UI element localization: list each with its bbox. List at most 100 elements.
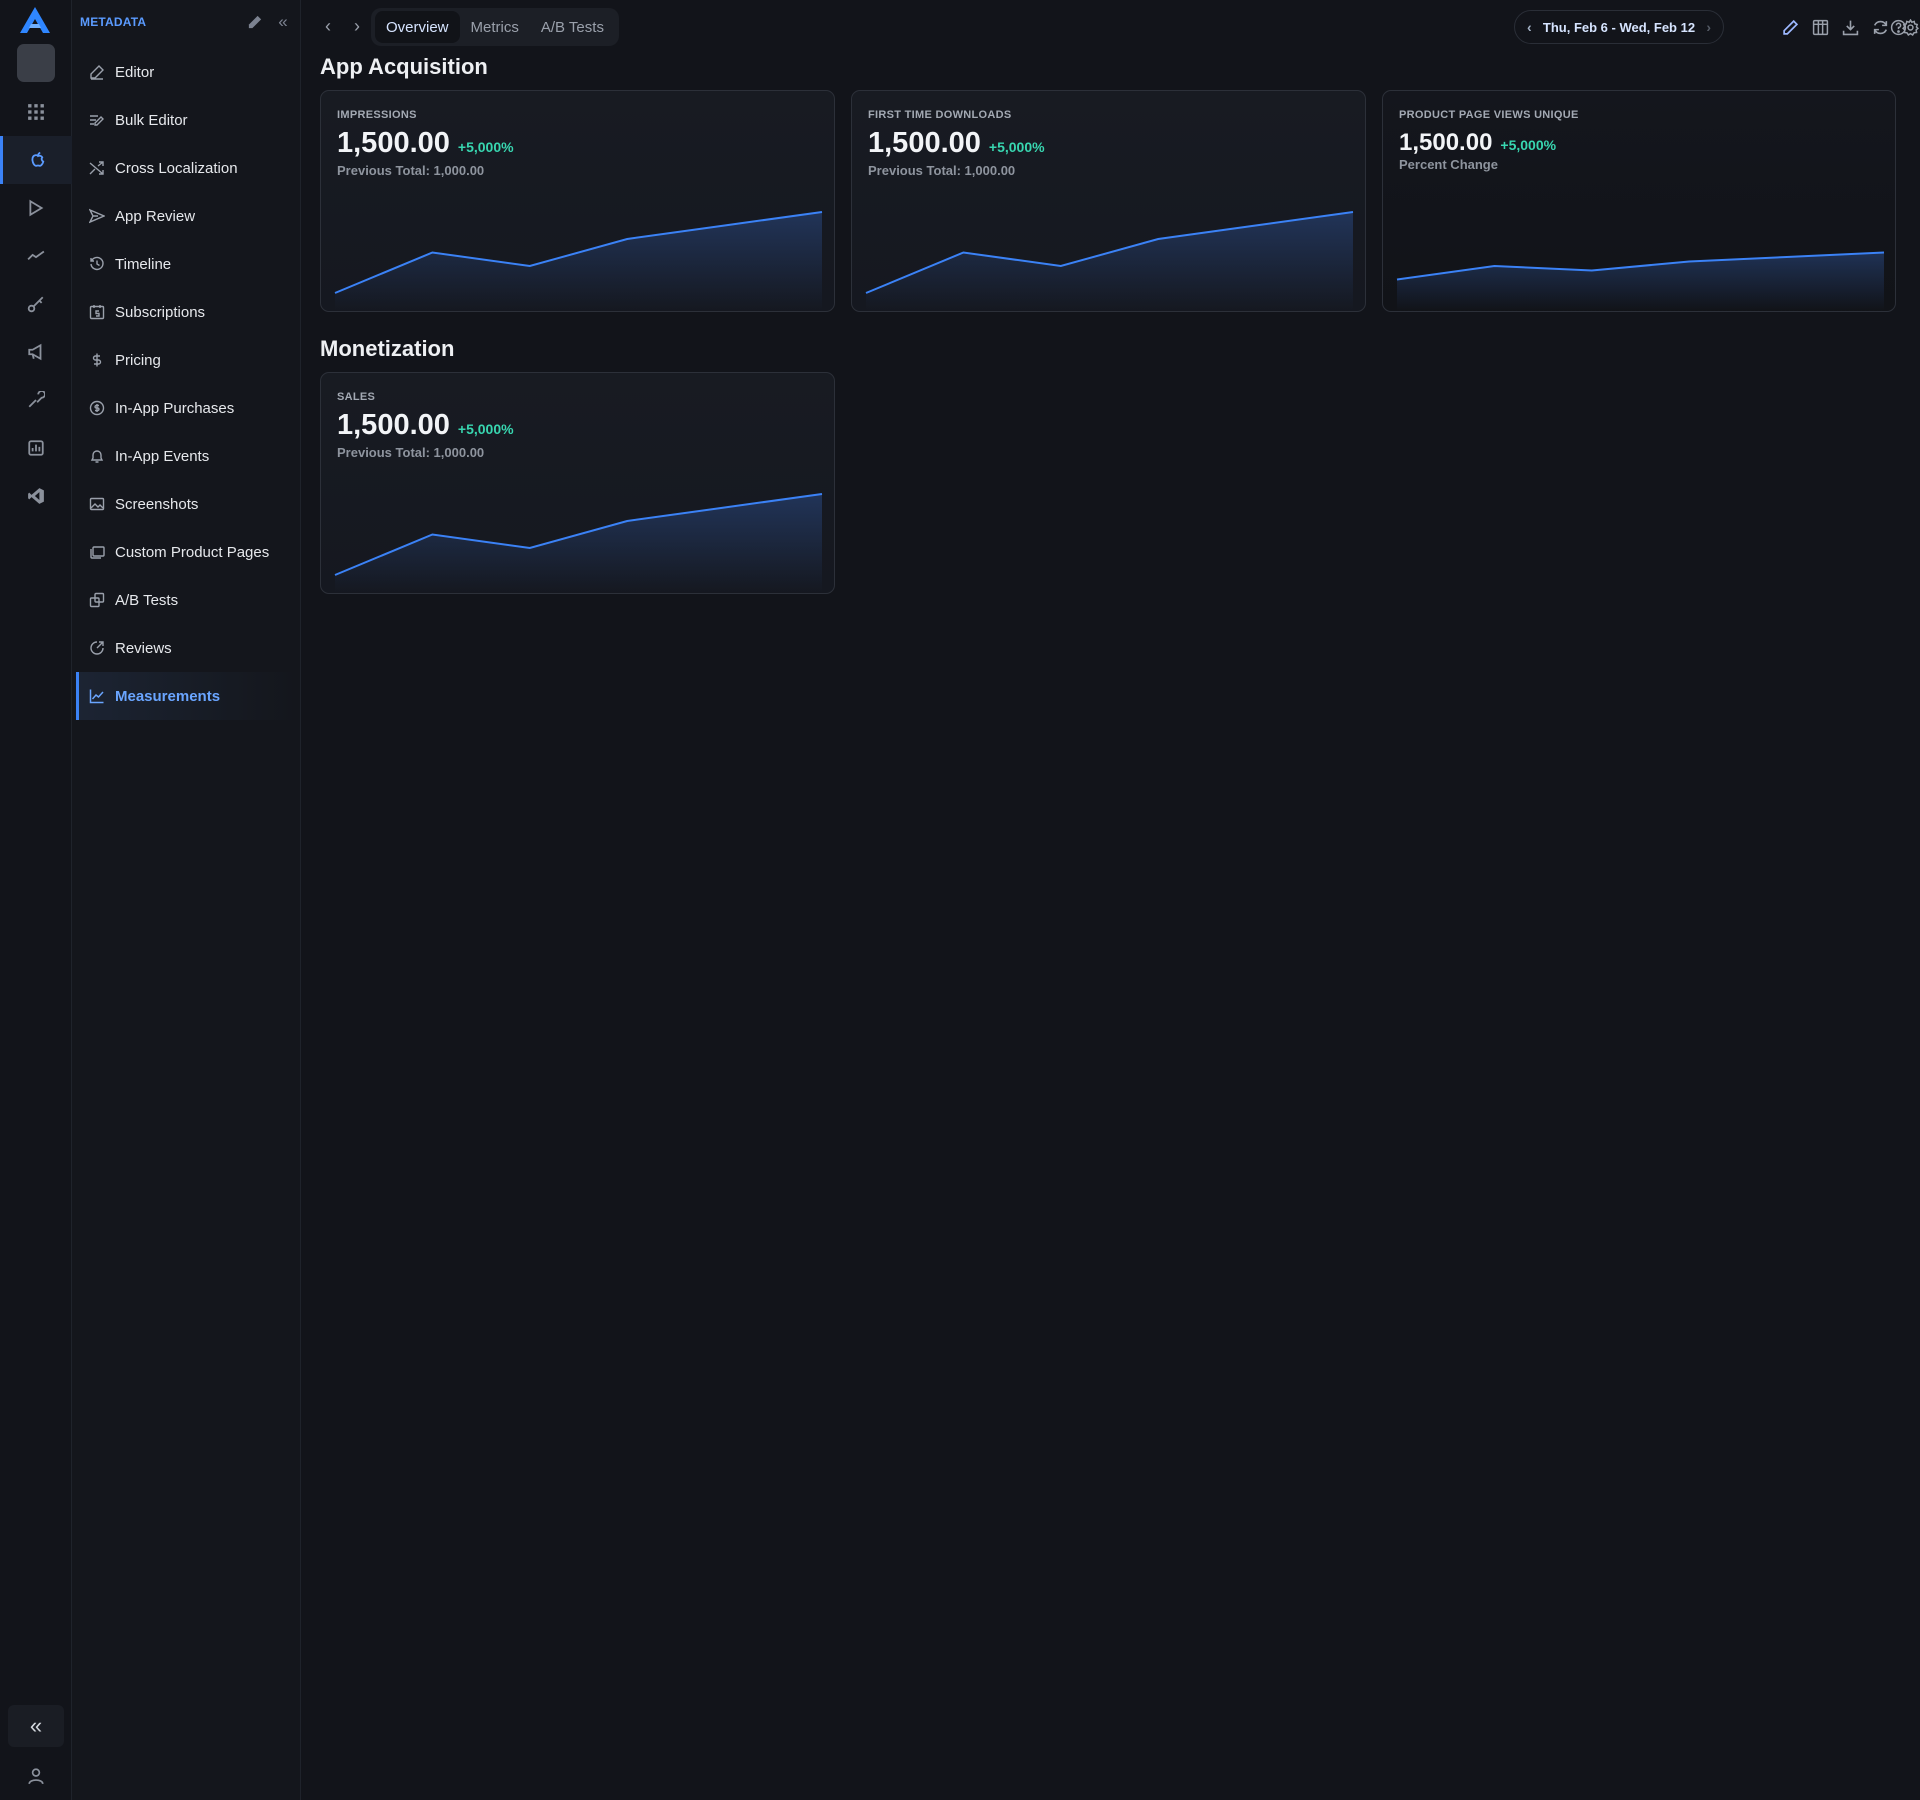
sidebar-item-in-app-purchases[interactable]: In-App Purchases: [76, 384, 298, 432]
key-icon[interactable]: [0, 280, 72, 328]
sidebar-item-custom-product-pages[interactable]: Custom Product Pages: [76, 528, 298, 576]
sidebar-item-timeline[interactable]: Timeline: [76, 240, 298, 288]
view-tabs: Overview Metrics A/B Tests: [371, 8, 619, 46]
download-icon[interactable]: [1839, 16, 1861, 38]
play-icon[interactable]: [0, 184, 72, 232]
edit-dashboard-icon[interactable]: [1779, 16, 1801, 38]
sidebar-item-subscriptions[interactable]: Subscriptions: [76, 288, 298, 336]
vscode-icon[interactable]: [0, 472, 72, 520]
sidebar-item-app-review[interactable]: App Review: [76, 192, 298, 240]
metric-delta: +5,000%: [457, 139, 514, 155]
pencil-icon[interactable]: [244, 12, 266, 32]
sidebar-item-screenshots[interactable]: Screenshots: [76, 480, 298, 528]
metric-label: PRODUCT PAGE VIEWS UNIQUE: [1399, 109, 1579, 121]
coin-icon: [89, 400, 105, 416]
tab-metrics[interactable]: Metrics: [460, 11, 530, 43]
chart-line-icon: [89, 688, 105, 704]
sidebar-item-label: Editor: [115, 63, 155, 81]
sidebar-item-in-app-events[interactable]: In-App Events: [76, 432, 298, 480]
metric-label: SALES: [337, 391, 376, 403]
sparkline-area: [866, 212, 1353, 311]
collapse-sidebar-icon[interactable]: «: [272, 12, 294, 32]
section-title-acquisition: App Acquisition: [320, 54, 488, 79]
sidebar-item-label: Subscriptions: [115, 303, 206, 321]
sidebar-item-bulk-editor[interactable]: Bulk Editor: [76, 96, 298, 144]
sidebar-item-editor[interactable]: Editor: [76, 48, 298, 96]
shuffle-icon: [89, 160, 105, 176]
tools-icon[interactable]: [0, 376, 72, 424]
dollar-icon: [89, 352, 105, 368]
sidebar-item-pricing[interactable]: Pricing: [76, 336, 298, 384]
metric-value: 1,500.00: [1399, 129, 1493, 156]
sidebar-title: METADATA: [80, 15, 147, 29]
sparkline-chart: [334, 211, 823, 311]
sidebar-item-label: A/B Tests: [115, 591, 179, 609]
sidebar-header: METADATA «: [80, 12, 294, 32]
megaphone-icon[interactable]: [0, 328, 72, 376]
sidebar-item-label: Custom Product Pages: [115, 543, 270, 561]
metric-delta: +5,000%: [457, 421, 514, 437]
metric-delta: +5,000%: [988, 139, 1045, 155]
apple-icon[interactable]: [0, 136, 72, 184]
calendar-dollar-icon: [89, 304, 105, 320]
edit-icon: [89, 64, 105, 80]
collapse-rail-button[interactable]: «: [8, 1705, 64, 1747]
sparkline-area: [1397, 252, 1884, 311]
next-range-icon[interactable]: ›: [1706, 19, 1711, 35]
sidebar-item-reviews[interactable]: Reviews: [76, 624, 298, 672]
sidebar-item-ab-tests[interactable]: A/B Tests: [76, 576, 298, 624]
sidebar-item-label: Measurements: [115, 687, 221, 705]
forward-arrow-icon[interactable]: ›: [346, 15, 368, 37]
app-thumbnail[interactable]: [17, 44, 55, 82]
pages-icon: [89, 544, 105, 560]
sparkline-chart: [334, 493, 823, 593]
back-arrow-icon[interactable]: ‹: [317, 15, 339, 37]
sparkline-chart: [865, 211, 1354, 311]
history-icon: [89, 256, 105, 272]
grid-icon[interactable]: [0, 88, 72, 136]
metric-previous-total: Previous Total: 1,000.00: [868, 163, 1016, 178]
metric-delta: +5,000%: [1500, 137, 1557, 153]
metric-card-product-page-views[interactable]: PRODUCT PAGE VIEWS UNIQUE 1,500.00 +5,00…: [1382, 90, 1896, 312]
metric-value: 1,500.00: [868, 127, 981, 159]
ab-icon: [89, 592, 105, 608]
user-icon[interactable]: [0, 1758, 72, 1794]
sidebar-item-label: In-App Events: [115, 447, 210, 465]
metric-card-first-time-downloads[interactable]: FIRST TIME DOWNLOADS 1,500.00 +5,000% Pr…: [851, 90, 1366, 312]
metric-card-sales[interactable]: SALES 1,500.00 +5,000% Previous Total: 1…: [320, 372, 835, 594]
sidebar-item-label: Timeline: [115, 255, 172, 273]
trend-icon[interactable]: [0, 232, 72, 280]
sidebar-item-cross-localization[interactable]: Cross Localization: [76, 144, 298, 192]
previous-range-icon[interactable]: ‹: [1527, 19, 1532, 35]
app-rail: «: [0, 0, 72, 1800]
sparkline-area: [335, 494, 822, 593]
metric-value: 1,500.00: [337, 409, 450, 441]
metric-value: 1,500.00: [337, 127, 450, 159]
logo-icon[interactable]: [19, 6, 51, 34]
sidebar-item-label: Bulk Editor: [115, 111, 188, 129]
sidebar-item-label: Cross Localization: [115, 159, 238, 177]
columns-icon[interactable]: [1809, 16, 1831, 38]
metric-card-impressions[interactable]: IMPRESSIONS 1,500.00 +5,000% Previous To…: [320, 90, 835, 312]
sidebar-item-label: Screenshots: [115, 495, 199, 513]
sidebar-item-measurements[interactable]: Measurements: [76, 672, 298, 720]
review-icon: [89, 640, 105, 656]
date-range-label: Thu, Feb 6 - Wed, Feb 12: [1542, 19, 1696, 35]
sidebar-item-label: Pricing: [115, 351, 161, 369]
sidebar-item-label: Reviews: [115, 639, 172, 657]
sparkline-area: [335, 212, 822, 311]
help-icon[interactable]: [1887, 16, 1909, 38]
sparkline-chart: [1396, 251, 1885, 311]
date-range-picker[interactable]: ‹ Thu, Feb 6 - Wed, Feb 12 ›: [1514, 10, 1724, 44]
sidebar-nav: Editor Bulk Editor Cross Localization Ap…: [76, 48, 298, 720]
report-icon[interactable]: [0, 424, 72, 472]
send-icon: [89, 208, 105, 224]
tab-overview[interactable]: Overview: [375, 11, 460, 43]
top-bar: ‹ › Overview Metrics A/B Tests ‹ Thu, Fe…: [301, 0, 1920, 54]
metadata-sidebar: METADATA « Editor Bulk Editor Cross Loca…: [72, 0, 301, 1800]
image-icon: [89, 496, 105, 512]
sidebar-item-label: App Review: [115, 207, 196, 225]
metric-previous-total: Previous Total: 1,000.00: [337, 445, 485, 460]
tab-ab-tests[interactable]: A/B Tests: [530, 11, 615, 43]
metric-previous-total: Previous Total: 1,000.00: [337, 163, 485, 178]
